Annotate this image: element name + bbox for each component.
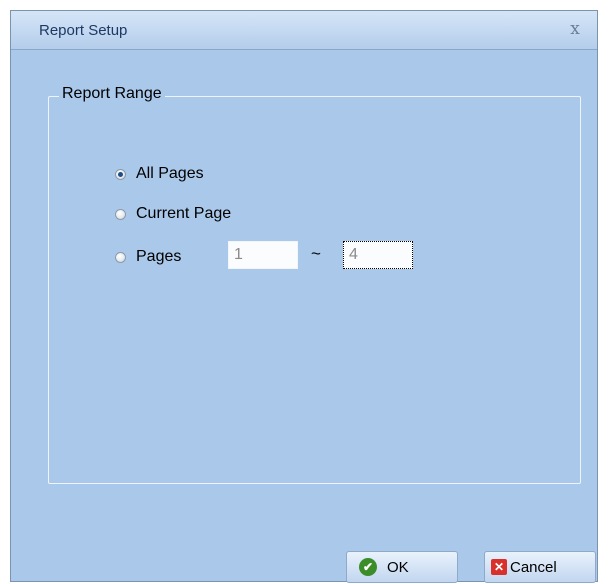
pages-label: Pages bbox=[136, 248, 182, 265]
to-page-input[interactable]: 4 bbox=[343, 241, 413, 269]
all-pages-label: All Pages bbox=[136, 165, 204, 182]
x-icon: ✕ bbox=[491, 559, 507, 575]
range-separator: ~ bbox=[311, 244, 321, 263]
dialog-title: Report Setup bbox=[39, 22, 128, 39]
current-page-label: Current Page bbox=[136, 205, 232, 222]
option-all-pages[interactable]: All Pages bbox=[115, 164, 204, 184]
ok-button[interactable]: ✔ OK bbox=[346, 551, 458, 583]
report-setup-dialog: Report Setup x Report Range All Pages Cu… bbox=[10, 10, 598, 582]
cancel-label: Cancel bbox=[510, 558, 557, 576]
title-bar[interactable]: Report Setup x bbox=[11, 11, 597, 50]
report-range-legend: Report Range bbox=[59, 85, 165, 103]
report-range-group: Report Range All Pages Current Page Page… bbox=[48, 85, 581, 484]
option-pages[interactable]: Pages bbox=[115, 247, 181, 267]
all-pages-radio[interactable] bbox=[115, 168, 126, 180]
ok-label: OK bbox=[387, 558, 409, 576]
close-button[interactable]: x bbox=[563, 17, 587, 41]
current-page-radio[interactable] bbox=[115, 208, 126, 220]
pages-radio[interactable] bbox=[115, 251, 126, 263]
cancel-button[interactable]: ✕ Cancel bbox=[484, 551, 596, 583]
check-icon: ✔ bbox=[359, 558, 377, 576]
from-page-input[interactable]: 1 bbox=[228, 241, 298, 269]
option-current-page[interactable]: Current Page bbox=[115, 204, 231, 224]
